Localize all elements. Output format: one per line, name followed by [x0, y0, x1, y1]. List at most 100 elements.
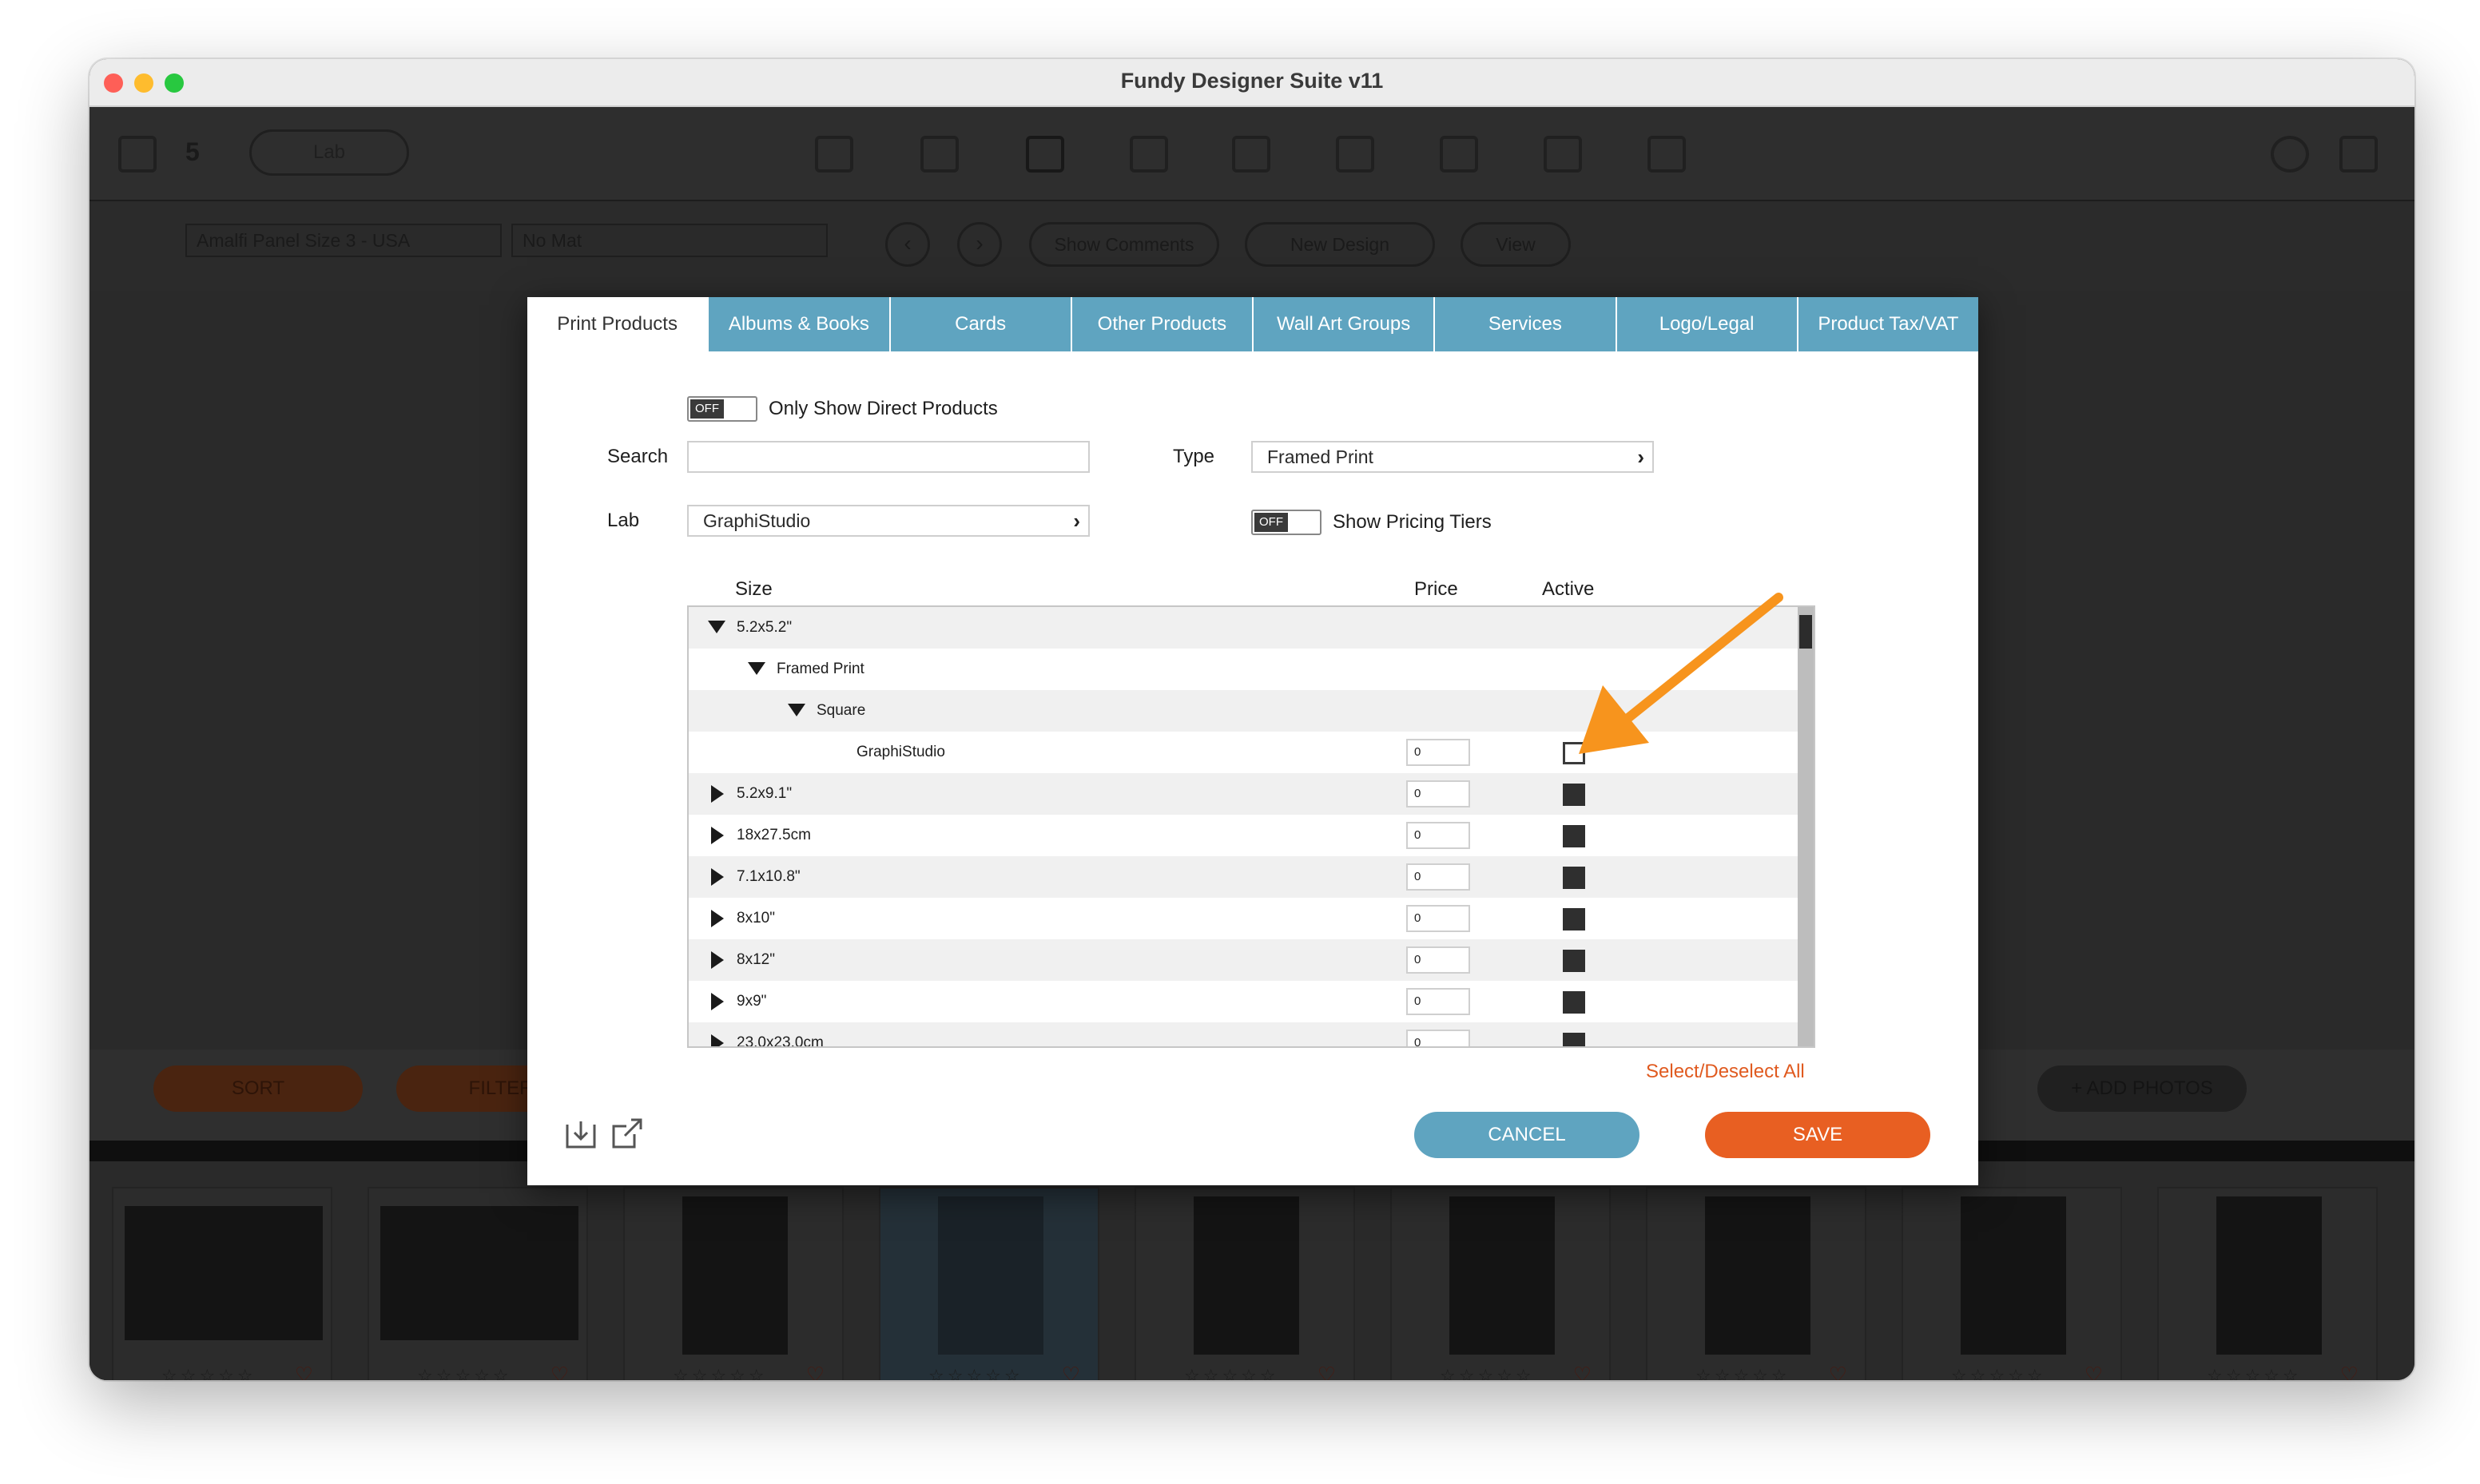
- favorite-heart-icon[interactable]: ♡: [2085, 1363, 2103, 1380]
- photo-thumbnail[interactable]: ☆☆☆☆☆ ♡: [1390, 1187, 1611, 1380]
- tab-product-tax-vat[interactable]: Product Tax/VAT: [1796, 297, 1978, 351]
- select-deselect-all-link[interactable]: Select/Deselect All: [1646, 1061, 1805, 1083]
- favorite-heart-icon[interactable]: ♡: [2340, 1363, 2359, 1380]
- expand-triangle-icon[interactable]: [711, 868, 724, 886]
- photo-thumbnail[interactable]: ☆☆☆☆☆ ♡: [1135, 1187, 1355, 1380]
- table-row[interactable]: 8x12" 0: [689, 939, 1801, 981]
- rating-stars[interactable]: ☆☆☆☆☆: [1440, 1366, 1535, 1380]
- photo-thumbnail[interactable]: ☆☆☆☆☆ ♡: [623, 1187, 844, 1380]
- settings-icon[interactable]: [2271, 136, 2309, 173]
- slideshow-icon[interactable]: [1336, 136, 1374, 173]
- prev-arrow-icon[interactable]: ‹: [885, 222, 930, 267]
- active-checkbox[interactable]: [1563, 908, 1585, 930]
- rating-stars[interactable]: ☆☆☆☆☆: [161, 1366, 256, 1380]
- tab-wall-art-groups[interactable]: Wall Art Groups: [1252, 297, 1433, 351]
- proof-icon[interactable]: [1232, 136, 1270, 173]
- lab-button[interactable]: Lab: [249, 129, 409, 176]
- active-checkbox[interactable]: [1563, 784, 1585, 806]
- collapse-triangle-icon[interactable]: [708, 621, 725, 633]
- tools-icon[interactable]: [1544, 136, 1582, 173]
- table-row[interactable]: 18x27.5cm 0: [689, 815, 1801, 856]
- table-row[interactable]: Framed Print: [689, 649, 1801, 690]
- collapse-triangle-icon[interactable]: [748, 662, 765, 675]
- scrollbar-thumb[interactable]: [1799, 615, 1812, 649]
- price-input[interactable]: 0: [1406, 988, 1470, 1015]
- rating-stars[interactable]: ☆☆☆☆☆: [2207, 1366, 2302, 1380]
- price-input[interactable]: 0: [1406, 822, 1470, 849]
- lab-select[interactable]: GraphiStudio ›: [687, 505, 1090, 537]
- products-icon[interactable]: [1026, 136, 1064, 173]
- rating-stars[interactable]: ☆☆☆☆☆: [928, 1366, 1023, 1380]
- tab-services[interactable]: Services: [1433, 297, 1615, 351]
- expand-triangle-icon[interactable]: [711, 1034, 724, 1046]
- tab-logo-legal[interactable]: Logo/Legal: [1615, 297, 1797, 351]
- photo-thumbnail[interactable]: ☆☆☆☆☆ ♡: [112, 1187, 332, 1380]
- album-icon[interactable]: [815, 136, 853, 173]
- rating-stars[interactable]: ☆☆☆☆☆: [1184, 1366, 1279, 1380]
- table-row[interactable]: 7.1x10.8" 0: [689, 856, 1801, 898]
- rating-stars[interactable]: ☆☆☆☆☆: [673, 1366, 768, 1380]
- export-icon[interactable]: [610, 1117, 644, 1150]
- tab-other-products[interactable]: Other Products: [1070, 297, 1252, 351]
- price-input[interactable]: 0: [1406, 863, 1470, 891]
- active-checkbox[interactable]: [1563, 742, 1585, 764]
- active-checkbox[interactable]: [1563, 867, 1585, 889]
- designs-icon[interactable]: [118, 136, 157, 173]
- rating-stars[interactable]: ☆☆☆☆☆: [1695, 1366, 1790, 1380]
- only-direct-products-toggle[interactable]: OFF: [687, 396, 757, 422]
- table-row[interactable]: 23.0x23.0cm 0: [689, 1022, 1801, 1046]
- sort-button[interactable]: SORT: [153, 1065, 363, 1112]
- favorite-heart-icon[interactable]: ♡: [806, 1363, 825, 1380]
- pages-icon[interactable]: [1130, 136, 1168, 173]
- next-arrow-icon[interactable]: ›: [957, 222, 1002, 267]
- cancel-button[interactable]: CANCEL: [1414, 1112, 1639, 1158]
- import-icon[interactable]: [564, 1117, 598, 1150]
- sales-icon[interactable]: [1647, 136, 1686, 173]
- active-checkbox[interactable]: [1563, 950, 1585, 972]
- chat-icon[interactable]: [920, 136, 959, 173]
- mat-select[interactable]: No Mat: [511, 224, 828, 257]
- wall-icon[interactable]: [1440, 136, 1478, 173]
- active-checkbox[interactable]: [1563, 1033, 1585, 1046]
- table-row[interactable]: 9x9" 0: [689, 981, 1801, 1022]
- product-select[interactable]: Amalfi Panel Size 3 - USA: [185, 224, 502, 257]
- rating-stars[interactable]: ☆☆☆☆☆: [1951, 1366, 2046, 1380]
- favorite-heart-icon[interactable]: ♡: [1318, 1363, 1336, 1380]
- tab-cards[interactable]: Cards: [888, 297, 1071, 351]
- favorite-heart-icon[interactable]: ♡: [295, 1363, 313, 1380]
- external-link-icon[interactable]: [2339, 136, 2378, 173]
- table-row[interactable]: Square: [689, 690, 1801, 732]
- photo-thumbnail[interactable]: ☆☆☆☆☆ ♡: [879, 1187, 1099, 1380]
- expand-triangle-icon[interactable]: [711, 993, 724, 1010]
- favorite-heart-icon[interactable]: ♡: [1829, 1363, 1847, 1380]
- table-row[interactable]: 5.2x9.1" 0: [689, 773, 1801, 815]
- save-button[interactable]: SAVE: [1705, 1112, 1930, 1158]
- search-input[interactable]: [687, 441, 1090, 473]
- add-photos-button[interactable]: + ADD PHOTOS: [2037, 1065, 2247, 1112]
- price-input[interactable]: 0: [1406, 780, 1470, 807]
- type-select[interactable]: Framed Print ›: [1251, 441, 1654, 473]
- table-row[interactable]: GraphiStudio 0: [689, 732, 1801, 773]
- expand-triangle-icon[interactable]: [711, 951, 724, 969]
- price-input[interactable]: 0: [1406, 905, 1470, 932]
- price-input[interactable]: 0: [1406, 1030, 1470, 1046]
- photo-thumbnail[interactable]: ☆☆☆☆☆ ♡: [1902, 1187, 2122, 1380]
- photo-thumbnail[interactable]: ☆☆☆☆☆ ♡: [368, 1187, 588, 1380]
- table-row[interactable]: 5.2x5.2": [689, 607, 1801, 649]
- favorite-heart-icon[interactable]: ♡: [1573, 1363, 1592, 1380]
- active-checkbox[interactable]: [1563, 825, 1585, 847]
- expand-triangle-icon[interactable]: [711, 785, 724, 803]
- price-input[interactable]: 0: [1406, 946, 1470, 974]
- tab-albums-books[interactable]: Albums & Books: [707, 297, 888, 351]
- rating-stars[interactable]: ☆☆☆☆☆: [417, 1366, 512, 1380]
- view-button[interactable]: View: [1461, 222, 1571, 267]
- table-row[interactable]: 8x10" 0: [689, 898, 1801, 939]
- new-design-button[interactable]: New Design: [1245, 222, 1435, 267]
- price-input[interactable]: 0: [1406, 739, 1470, 766]
- table-scrollbar[interactable]: [1798, 607, 1814, 1046]
- photo-thumbnail[interactable]: ☆☆☆☆☆ ♡: [2157, 1187, 2378, 1380]
- tab-print-products[interactable]: Print Products: [527, 297, 708, 351]
- favorite-heart-icon[interactable]: ♡: [550, 1363, 569, 1380]
- favorite-heart-icon[interactable]: ♡: [1062, 1363, 1080, 1380]
- pricing-tiers-toggle[interactable]: OFF: [1251, 510, 1321, 535]
